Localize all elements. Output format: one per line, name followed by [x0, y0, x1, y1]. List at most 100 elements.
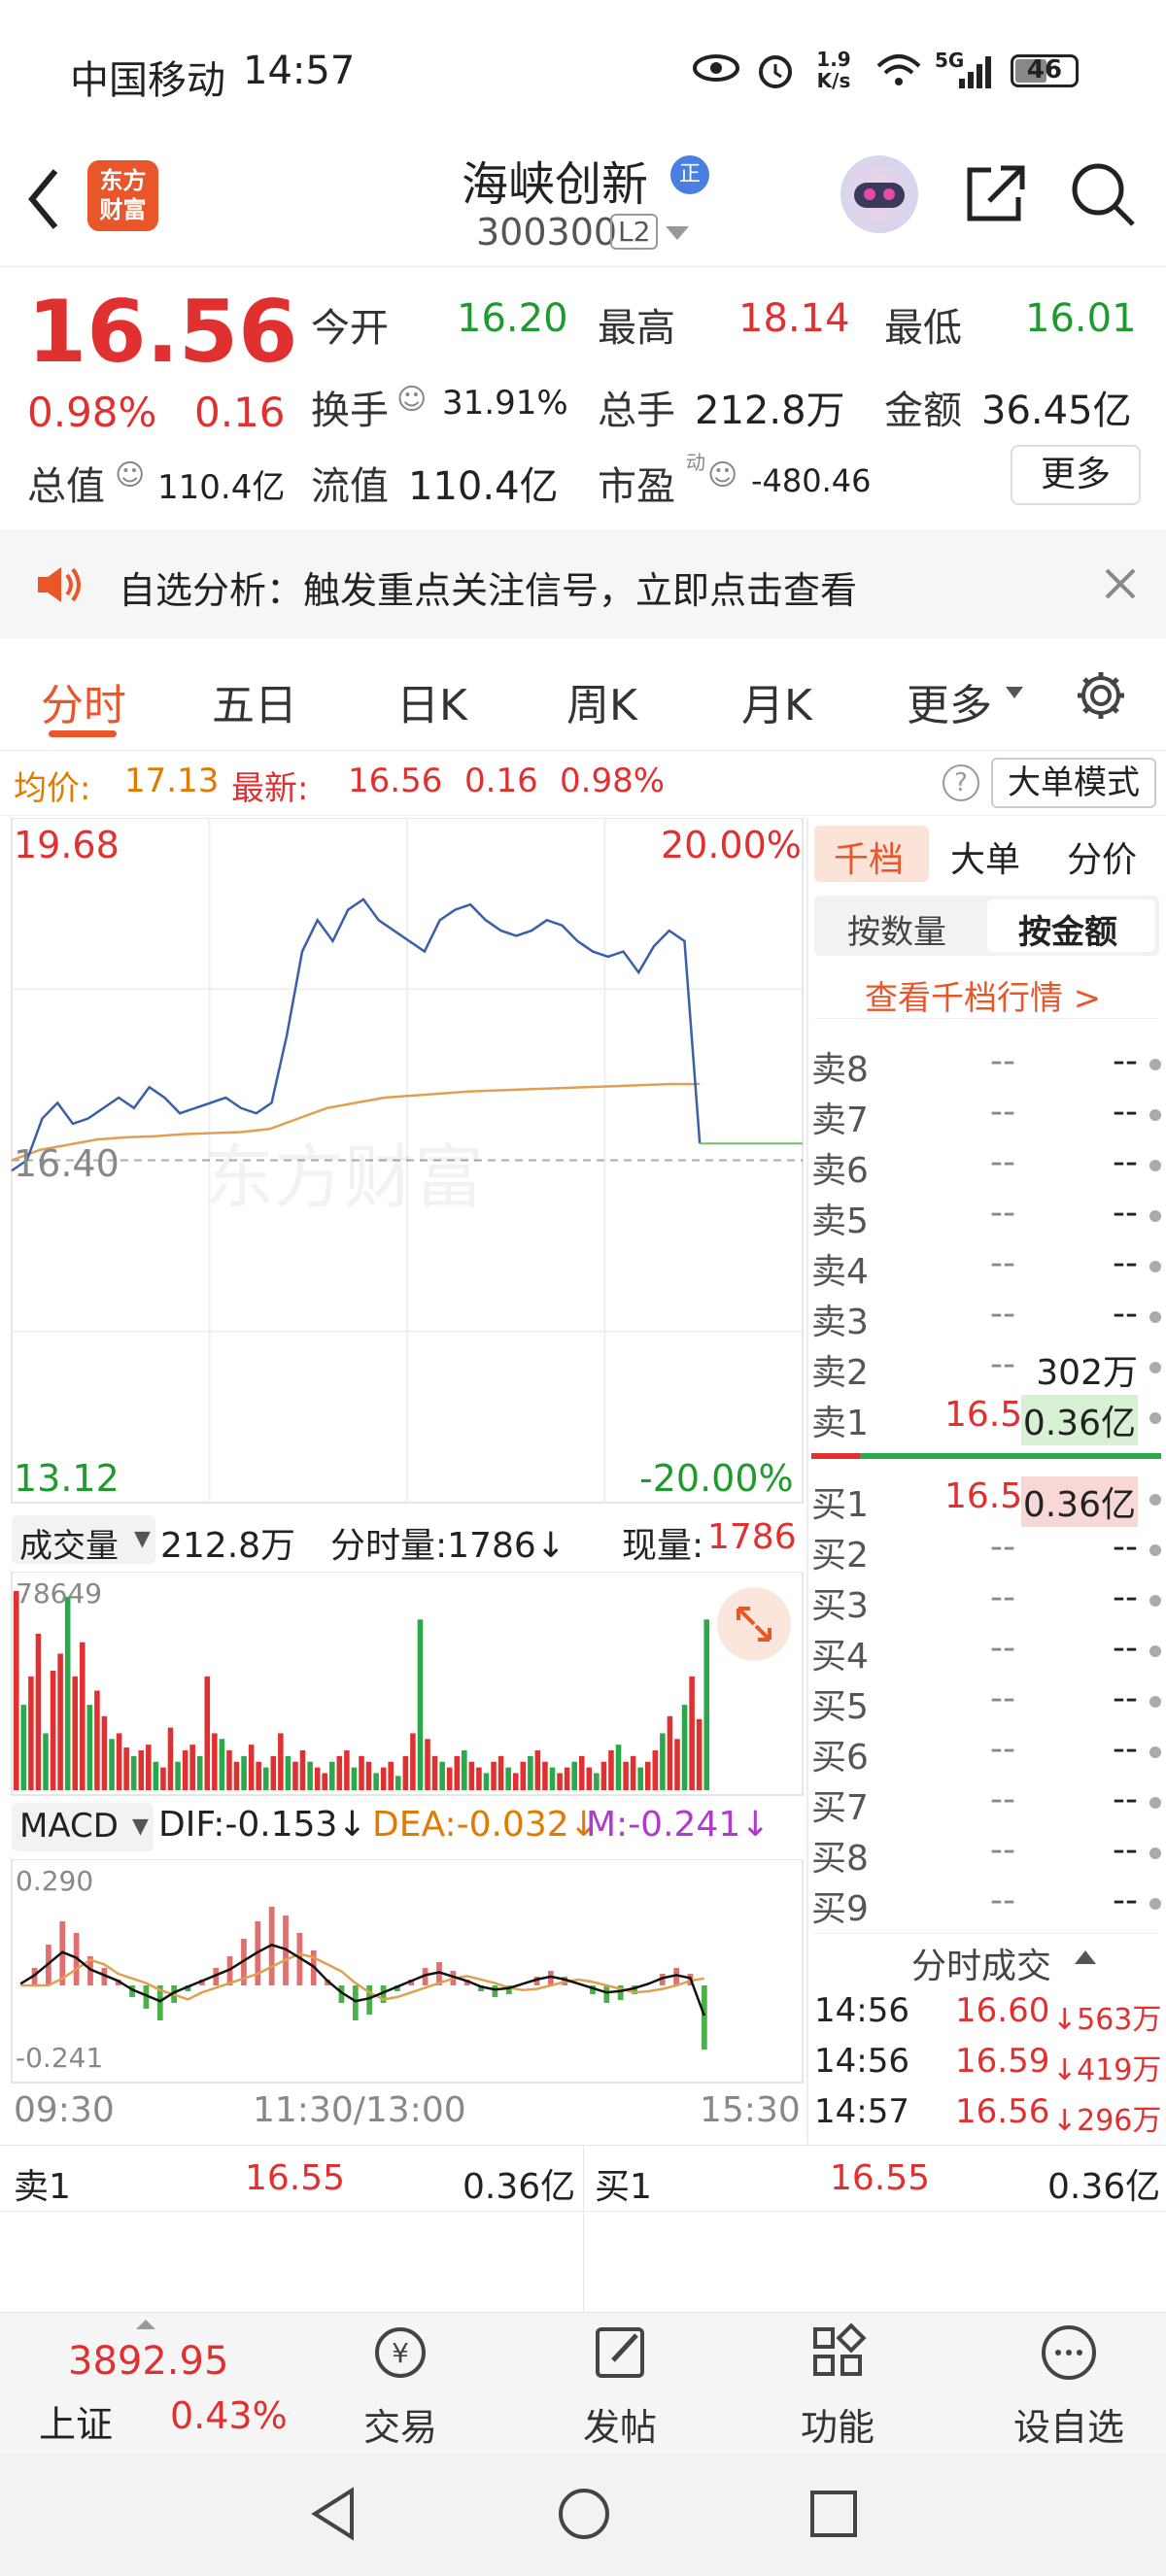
big-order-mode-button[interactable]: 大单模式: [991, 758, 1156, 808]
caret-up-icon[interactable]: [1075, 1950, 1096, 1964]
bid-row-9[interactable]: 买9 -- --: [811, 1881, 1161, 1931]
bid-row-6[interactable]: 买6 -- --: [811, 1729, 1161, 1779]
macd-bar: [352, 1985, 359, 2020]
more-stats-button[interactable]: 更多: [1011, 445, 1141, 505]
nav-trade[interactable]: ¥ 交易: [332, 2322, 468, 2451]
bid-row-4[interactable]: 买4 -- --: [811, 1628, 1161, 1678]
tab-big-orders[interactable]: 大单: [950, 831, 1020, 882]
nav-post[interactable]: 发帖: [552, 2322, 688, 2451]
level2-badge[interactable]: L2: [610, 214, 659, 250]
index-pct[interactable]: 0.43%: [170, 2394, 288, 2437]
home-circle-icon[interactable]: [557, 2487, 611, 2541]
caret-down-icon[interactable]: [1006, 687, 1023, 698]
wifi-icon: [876, 54, 921, 85]
volume-indicator-select[interactable]: 成交量 ▼: [12, 1515, 155, 1566]
info-icon[interactable]: ☺: [115, 458, 145, 492]
ask-row-7[interactable]: 卖7 -- --: [811, 1092, 1161, 1142]
bid-ask-ratio-bar: [811, 1453, 1161, 1459]
volume-bar: [72, 1676, 79, 1790]
ask-row-8[interactable]: 卖8 -- --: [811, 1041, 1161, 1092]
info-icon[interactable]: ☺: [707, 458, 737, 492]
tab-price-dist[interactable]: 分价: [1067, 831, 1137, 882]
mode-by-amount[interactable]: 按金额: [1018, 905, 1117, 953]
tab-weekly-k[interactable]: 周K: [566, 670, 637, 732]
volume-bar: [189, 1745, 195, 1790]
yuan-circle-icon: ¥: [375, 2327, 426, 2378]
back-triangle-icon[interactable]: [309, 2487, 358, 2541]
bid-row-1[interactable]: 买1 16.55 0.36亿: [811, 1476, 1161, 1527]
ask-row-6[interactable]: 卖6 -- --: [811, 1142, 1161, 1193]
app-logo[interactable]: 东方 财富: [87, 160, 158, 231]
tab-more[interactable]: 更多: [907, 670, 992, 732]
volume-bar: [109, 1739, 115, 1790]
volume-bar: [549, 1767, 556, 1790]
volume-bar: [446, 1767, 453, 1790]
index-name[interactable]: 上证: [39, 2394, 113, 2448]
ai-assistant-avatar[interactable]: [840, 155, 918, 233]
caret-down-icon[interactable]: [666, 226, 689, 240]
nav-functions[interactable]: 功能: [770, 2322, 906, 2451]
close-icon[interactable]: [1103, 566, 1138, 601]
bid-row-8[interactable]: 买8 -- --: [811, 1830, 1161, 1881]
ask-row-3[interactable]: 卖3 -- --: [811, 1294, 1161, 1344]
bid-row-3[interactable]: 买3 -- --: [811, 1577, 1161, 1628]
macd-indicator-select[interactable]: MACD ▼: [12, 1803, 154, 1851]
volume-chart[interactable]: [0, 1572, 806, 1797]
gear-icon[interactable]: [1074, 668, 1128, 723]
pct-max-label: 20.00%: [661, 824, 802, 866]
alarm-icon: [759, 55, 792, 88]
volume-bar: [667, 1715, 673, 1790]
tab-depth[interactable]: 千档: [834, 831, 904, 882]
tab-monthly-k[interactable]: 月K: [741, 670, 812, 732]
float-label: 流值: [311, 464, 389, 509]
macd-m: M:-0.241↓: [586, 1805, 771, 1845]
y-max-label: 19.68: [14, 824, 120, 866]
back-arrow-icon[interactable]: [24, 165, 63, 233]
volume-bar: [497, 1755, 504, 1790]
volume-bar: [328, 1761, 335, 1790]
index-value[interactable]: 3892.95: [68, 2339, 228, 2384]
recents-square-icon[interactable]: [808, 2489, 859, 2539]
bid-row-7[interactable]: 买7 -- --: [811, 1779, 1161, 1830]
high-value: 18.14: [738, 296, 850, 341]
volume-bar: [410, 1733, 416, 1790]
intraday-price-chart[interactable]: 东方财富: [0, 818, 806, 1508]
info-icon[interactable]: ☺: [396, 383, 427, 417]
ask-row-5[interactable]: 卖5 -- --: [811, 1193, 1161, 1243]
bottom-bid-amount: 0.36亿: [1047, 2167, 1161, 2207]
caret-up-icon[interactable]: [136, 2320, 155, 2329]
nav-add-watchlist[interactable]: 设自选: [1001, 2322, 1137, 2451]
volume-bar: [557, 1773, 563, 1790]
help-icon[interactable]: ?: [943, 764, 979, 801]
ask-row-4[interactable]: 卖4 -- --: [811, 1243, 1161, 1294]
pe-superscript: 动: [686, 451, 705, 474]
mode-by-quantity[interactable]: 按数量: [847, 905, 946, 953]
notice-banner[interactable]: 自选分析：触发重点关注信号，立即点击查看: [0, 529, 1166, 638]
search-icon[interactable]: [1069, 160, 1137, 228]
stock-code: 300300: [476, 211, 618, 254]
trades-title[interactable]: 分时成交: [911, 1938, 1051, 1988]
volume-bar: [600, 1761, 607, 1790]
bid-row-5[interactable]: 买5 -- --: [811, 1678, 1161, 1729]
volume-bar: [689, 1676, 695, 1790]
tab-intraday[interactable]: 分时: [41, 670, 126, 732]
tab-5day[interactable]: 五日: [212, 670, 297, 732]
ask-row-2[interactable]: 卖2 -- 302万: [811, 1344, 1161, 1395]
bottom-bid-price: 16.55: [830, 2158, 931, 2198]
view-depth-link[interactable]: 查看千档行情 >: [865, 971, 1101, 1019]
share-icon[interactable]: [962, 160, 1030, 228]
current-volume-value: 1786: [707, 1517, 797, 1557]
volume-bar: [623, 1761, 629, 1790]
ask-row-1[interactable]: 卖1 16.55 0.36亿: [811, 1395, 1161, 1445]
volume-bar: [637, 1767, 643, 1790]
y-min-label: 13.12: [14, 1457, 120, 1500]
change-amount: 0.16: [194, 389, 286, 436]
expand-icon[interactable]: [717, 1587, 791, 1661]
volume-bar: [359, 1755, 364, 1790]
macd-chart[interactable]: [0, 1859, 806, 2085]
bid-row-2[interactable]: 买2 -- --: [811, 1527, 1161, 1577]
current-volume-label: 现量:: [622, 1526, 704, 1566]
volume-bar: [512, 1773, 519, 1790]
tab-daily-k[interactable]: 日K: [396, 670, 467, 732]
volume-bar: [388, 1761, 394, 1790]
